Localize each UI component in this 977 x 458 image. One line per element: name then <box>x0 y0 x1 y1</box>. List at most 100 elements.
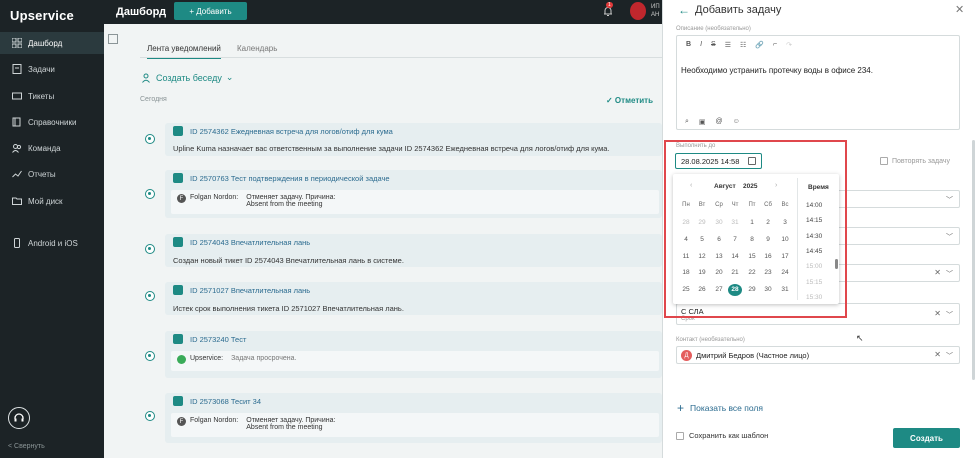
notification-badge: 1 <box>606 2 613 8</box>
bullet-list-button[interactable]: ☰ <box>725 41 731 49</box>
sidebar-item-tickets[interactable]: Тикеты <box>0 85 104 107</box>
unread-indicator[interactable] <box>145 291 155 301</box>
avatar: F <box>177 194 186 203</box>
close-icon[interactable]: ✕ <box>955 3 964 16</box>
clear-icon[interactable]: ✕ <box>934 268 941 277</box>
document-icon <box>173 285 183 295</box>
panel-scrollbar[interactable] <box>972 140 975 380</box>
notification-title[interactable]: ID 2573068 Тесит 34 <box>190 397 261 406</box>
tab-calendar[interactable]: Календарь <box>237 44 277 53</box>
tickets-icon <box>12 91 22 101</box>
notification-message: F Folgan Nordon: Отменяет задачу. Причин… <box>171 190 659 214</box>
link-button[interactable]: 🔗 <box>755 41 764 49</box>
notification-card-header: ID 2571027 Впечатлительная лань <box>165 282 662 298</box>
back-arrow-icon[interactable]: ← <box>678 3 690 17</box>
unread-indicator[interactable] <box>145 134 155 144</box>
clear-format-button[interactable]: ⌐ <box>773 41 777 49</box>
collapse-sidebar-button[interactable]: < Свернуть <box>8 443 45 450</box>
italic-button[interactable]: I <box>700 41 702 49</box>
organization-name: ИП АН <box>651 3 660 19</box>
notification-card[interactable]: ID 2574362 Ежедневная встреча для логов/… <box>165 123 662 156</box>
notification-card[interactable]: ID 2574043 Впечатлительная лань Создан н… <box>165 234 662 267</box>
mark-all-read-button[interactable]: ✓ Отметить <box>606 96 653 105</box>
tasks-icon <box>12 64 22 74</box>
organization-name-line2: АН <box>651 12 660 18</box>
tabs-divider <box>140 57 662 58</box>
message-line: Absent from the meeting <box>246 424 323 431</box>
add-button[interactable]: + Добавить <box>174 2 247 20</box>
emoji-icon[interactable]: ☺ <box>733 118 740 126</box>
notification-card[interactable]: ID 2570763 Тест подтверждения в периодич… <box>165 170 662 218</box>
check-circle-icon <box>177 355 186 364</box>
sidebar-item-label: Задачи <box>28 64 55 74</box>
message-text: Отменяет задачу. Причина: Absent from the… <box>246 417 335 433</box>
create-chat-label: Создать беседу <box>156 72 222 83</box>
sidebar-item-reports[interactable]: Отчеты <box>0 163 104 185</box>
show-all-fields-label: Показать все поля <box>690 403 763 413</box>
numbered-list-button[interactable]: ☷ <box>740 41 746 49</box>
notification-title[interactable]: ID 2574043 Впечатлительная лань <box>190 238 310 247</box>
sidebar: Upservice Дашборд Задачи Тикеты Справочн… <box>0 0 104 458</box>
sidebar-item-label: Тикеты <box>28 91 55 101</box>
document-icon <box>173 396 183 406</box>
document-icon <box>173 126 183 136</box>
attachment-icon[interactable]: ⌕ <box>685 118 689 126</box>
notification-title[interactable]: ID 2573240 Тест <box>190 335 246 344</box>
notification-title[interactable]: ID 2574362 Ежедневная встреча для логов/… <box>190 127 393 136</box>
editor-toolbar: B I S ☰ ☷ 🔗 ⌐ ↷ <box>686 41 792 49</box>
notification-text: Истек срок выполнения тикета ID 2571027 … <box>173 304 404 313</box>
sidebar-item-my-disk[interactable]: Мой диск <box>0 190 104 212</box>
unread-indicator[interactable] <box>145 351 155 361</box>
message-text: Задача просрочена. <box>231 355 297 362</box>
support-button[interactable] <box>8 407 30 429</box>
notification-card-header: ID 2574043 Впечатлительная лань <box>165 234 662 250</box>
create-button[interactable]: Создать <box>893 428 960 448</box>
notification-card[interactable]: ID 2571027 Впечатлительная лань Истек ср… <box>165 282 662 315</box>
show-all-fields-button[interactable]: + Показать все поля <box>677 401 763 415</box>
checkbox[interactable] <box>880 157 888 165</box>
bold-button[interactable]: B <box>686 41 691 49</box>
avatar: Д <box>681 350 692 361</box>
checkbox[interactable] <box>676 431 684 440</box>
notification-text: Создан новый тикет ID 2574043 Впечатлите… <box>173 256 404 265</box>
subpanel-toggle-icon[interactable] <box>108 34 118 44</box>
repeat-task-checkbox[interactable]: Повторять задачу <box>880 157 950 165</box>
sidebar-item-team[interactable]: Команда <box>0 137 104 159</box>
mention-icon[interactable]: @ <box>716 118 723 126</box>
redo-button[interactable]: ↷ <box>786 41 792 49</box>
notification-title[interactable]: ID 2571027 Впечатлительная лань <box>190 286 310 295</box>
chevron-down-icon: ﹀ <box>946 234 953 241</box>
reports-icon <box>12 169 22 179</box>
sidebar-item-tasks[interactable]: Задачи <box>0 58 104 80</box>
create-chat-button[interactable]: Создать беседу ⌄ <box>142 72 233 83</box>
repeat-task-label: Повторять задачу <box>892 157 950 165</box>
organization-logo[interactable] <box>630 2 646 20</box>
unread-indicator[interactable] <box>145 189 155 199</box>
notification-card[interactable]: ID 2573068 Тесит 34 F Folgan Nordon: Отм… <box>165 393 662 443</box>
clear-icon[interactable]: ✕ <box>934 350 941 359</box>
description-editor[interactable] <box>676 35 960 130</box>
notification-card-header: ID 2570763 Тест подтверждения в периодич… <box>165 170 662 186</box>
strikethrough-button[interactable]: S <box>711 41 716 49</box>
chevron-down-icon: ﹀ <box>946 197 953 204</box>
contact-select[interactable]: Д Дмитрий Бедров (Частное лицо) ✕ ﹀ <box>676 346 960 364</box>
save-as-template-checkbox[interactable]: Сохранить как шаблон <box>676 431 768 440</box>
sidebar-item-label: Дашборд <box>28 38 63 48</box>
notification-card[interactable]: ID 2573240 Тест Upservice: Задача просро… <box>165 331 662 378</box>
highlight-box <box>664 140 847 318</box>
unread-indicator[interactable] <box>145 411 155 421</box>
page-title: Дашборд <box>116 6 167 18</box>
avatar: F <box>177 417 186 426</box>
clear-icon[interactable]: ✕ <box>934 309 941 318</box>
sidebar-item-label: Команда <box>28 143 61 153</box>
image-icon[interactable]: ▣ <box>699 118 706 126</box>
notification-title[interactable]: ID 2570763 Тест подтверждения в периодич… <box>190 174 390 183</box>
sidebar-item-mobile-apps[interactable]: Android и iOS <box>0 232 104 254</box>
dashboard-icon <box>12 38 22 48</box>
app-logo[interactable]: Upservice <box>10 8 74 23</box>
sidebar-item-dashboard[interactable]: Дашборд <box>0 32 104 54</box>
sidebar-item-directory[interactable]: Справочники <box>0 111 104 133</box>
description-text[interactable]: Необходимо устранить протечку воды в офи… <box>681 66 873 75</box>
notification-text: Upline Kuma назначает вас ответственным … <box>173 144 610 153</box>
unread-indicator[interactable] <box>145 244 155 254</box>
